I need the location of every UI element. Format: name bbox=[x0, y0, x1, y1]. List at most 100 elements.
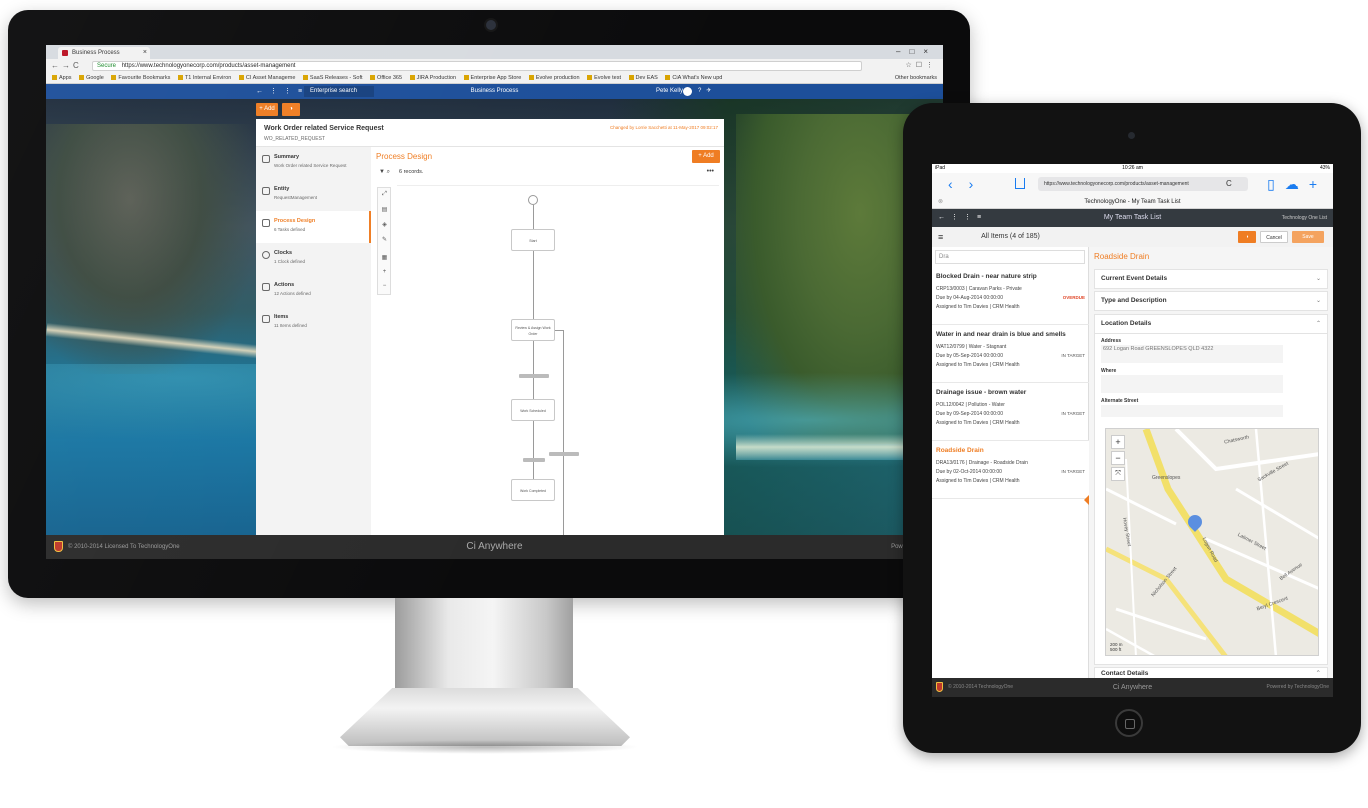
list-item[interactable]: Drainage issue - brown water POL12/0042 … bbox=[932, 383, 1089, 441]
bookmark[interactable]: T1 Internal Environ bbox=[178, 73, 231, 83]
where-field[interactable] bbox=[1101, 375, 1283, 393]
branch-tool-icon[interactable]: ◈ bbox=[380, 221, 389, 228]
workflow-node[interactable]: Work Scheduled bbox=[511, 399, 555, 421]
transition-label[interactable] bbox=[519, 374, 549, 378]
add-button[interactable]: + Add bbox=[256, 103, 278, 116]
address-bar[interactable]: Secure https://www.technologyonecorp.com… bbox=[92, 61, 862, 71]
section-label: Contact Details bbox=[1101, 670, 1149, 677]
filter-input[interactable]: Dra bbox=[935, 250, 1085, 264]
more-icon[interactable]: ••• bbox=[707, 168, 714, 175]
section-location[interactable]: Location Details ⌃ bbox=[1094, 314, 1328, 334]
bookmark[interactable]: JIRA Production bbox=[410, 73, 456, 83]
alternate-street-field[interactable] bbox=[1101, 405, 1283, 417]
bookmark[interactable]: Google bbox=[79, 73, 104, 83]
bookmarks-bar: Apps Google Favourite Bookmarks T1 Inter… bbox=[46, 73, 943, 84]
app-header: ←⋮⋮≡ My Team Task List Technology One Li… bbox=[932, 209, 1333, 227]
imac-monitor: Business Process × –□× ←→C Secure https:… bbox=[8, 10, 970, 598]
map-scale-feet: 500 ft bbox=[1110, 647, 1122, 652]
window-controls[interactable]: –□× bbox=[896, 45, 937, 59]
fullscreen-icon[interactable]: ⤧ bbox=[1111, 467, 1125, 481]
sidebar-item-entity[interactable]: Entity RequestManagement bbox=[256, 179, 371, 211]
record-code: WO_RELATED_REQUEST bbox=[264, 136, 326, 142]
tablet-screen: iPad 10:26 am 43% ‹› https://www.technol… bbox=[932, 164, 1333, 697]
task-list: ≡ All Items (4 of 185) Dra Blocked Drain… bbox=[932, 227, 1089, 678]
bookmark[interactable]: SaaS Releases - Soft bbox=[303, 73, 363, 83]
share-icon[interactable] bbox=[1015, 178, 1025, 189]
app-header: ←⋮⋮≡ Enterprise search Business Process … bbox=[46, 84, 943, 99]
address-bar[interactable]: https://www.technologyonecorp.com/produc… bbox=[1038, 177, 1248, 191]
list-count: All Items (4 of 185) bbox=[981, 233, 1040, 240]
zoom-in-icon[interactable]: + bbox=[380, 269, 389, 275]
avatar[interactable] bbox=[683, 87, 692, 96]
bookmark[interactable]: CiA What's New upd bbox=[665, 73, 722, 83]
help-icon[interactable]: ?✈ bbox=[698, 84, 716, 99]
close-tab-icon[interactable]: ⊗ bbox=[938, 195, 943, 209]
connector bbox=[533, 205, 534, 229]
connector bbox=[533, 421, 534, 479]
section-label: Location Details bbox=[1101, 320, 1152, 327]
sidebar-item-actions[interactable]: Actions 12 Actions defined bbox=[256, 275, 371, 307]
bookmark[interactable]: Favourite Bookmarks bbox=[111, 73, 170, 83]
transition-label[interactable] bbox=[549, 452, 579, 456]
list-item-selected[interactable]: Roadside Drain DRA13/0176 | Drainage - R… bbox=[932, 441, 1089, 499]
task-detail: ◑ Cancel Save Roadside Drain Current Eve… bbox=[1089, 227, 1333, 681]
sidebar-item-process-design[interactable]: Process Design 6 Tasks defined bbox=[256, 211, 371, 243]
add-task-button[interactable]: + Add bbox=[692, 150, 720, 163]
zoom-in-icon[interactable]: + bbox=[1111, 435, 1125, 449]
bookmark[interactable]: Apps bbox=[52, 73, 72, 83]
sidebar-item-label: Clocks bbox=[274, 250, 293, 256]
workflow-node[interactable]: Work Completed bbox=[511, 479, 555, 501]
address-field[interactable]: 692 Logan Road GREENSLOPES QLD 4322 bbox=[1101, 345, 1283, 363]
section-type-description[interactable]: Type and Description ⌄ bbox=[1094, 291, 1328, 311]
filter-icon[interactable]: ▼ ⌕ bbox=[379, 169, 390, 176]
favicon-icon bbox=[62, 50, 68, 56]
user-name[interactable]: Pete Kelly bbox=[656, 84, 683, 99]
bookmark[interactable]: CI Asset Manageme bbox=[239, 73, 296, 83]
context-selector[interactable]: Technology One List bbox=[1282, 209, 1327, 227]
refresh-icon[interactable]: ◑ bbox=[1238, 231, 1256, 243]
bookmark[interactable]: Evolve test bbox=[587, 73, 621, 83]
safari-toolbar: ‹› https://www.technologyonecorp.com/pro… bbox=[932, 173, 1333, 195]
section-current-event[interactable]: Current Event Details ⌄ bbox=[1094, 269, 1328, 289]
list-item[interactable]: Blocked Drain - near nature strip CRP13/… bbox=[932, 267, 1089, 325]
record-title: Work Order related Service Request bbox=[264, 125, 384, 132]
link-tool-icon[interactable]: ⤢ bbox=[380, 191, 389, 198]
workflow-canvas[interactable]: Start Review & Assign Work Order Work Sc… bbox=[397, 185, 719, 550]
reload-icon[interactable]: C bbox=[1226, 177, 1232, 191]
changed-by[interactable]: Changed by Lorrie Sacchetti at 11-May-20… bbox=[610, 125, 718, 130]
workflow-node[interactable]: Review & Assign Work Order bbox=[511, 319, 555, 341]
sidebar-item-summary[interactable]: Summary Work Order related Service Reque… bbox=[256, 147, 371, 179]
task-title: Water in and near drain is blue and smel… bbox=[936, 331, 1066, 338]
other-bookmarks[interactable]: Other bookmarks bbox=[895, 73, 937, 83]
bookmark[interactable]: Dev EAS bbox=[629, 73, 658, 83]
safari-tab[interactable]: ⊗ TechnologyOne - My Team Task List bbox=[932, 195, 1333, 209]
bookmark-star-icon[interactable]: ☆☐⋮ bbox=[905, 59, 937, 73]
workflow-node[interactable]: Start bbox=[511, 229, 555, 251]
location-map[interactable]: + − ⤧ Greenslopes Chatsworth Sackville S… bbox=[1105, 428, 1319, 656]
list-item[interactable]: Water in and near drain is blue and smel… bbox=[932, 325, 1089, 383]
zoom-out-icon[interactable]: − bbox=[380, 283, 389, 289]
document-icon bbox=[262, 155, 270, 163]
refresh-icon[interactable]: ◑ bbox=[282, 103, 300, 116]
close-tab-icon[interactable]: × bbox=[143, 47, 147, 59]
zoom-out-icon[interactable]: − bbox=[1111, 451, 1125, 465]
transition-label[interactable] bbox=[523, 458, 545, 462]
sidebar-item-label: Items bbox=[274, 314, 289, 320]
grid-tool-icon[interactable]: ▦ bbox=[380, 254, 389, 261]
home-button[interactable] bbox=[1115, 709, 1143, 737]
bookmark[interactable]: Evolve production bbox=[529, 73, 580, 83]
save-button[interactable]: Save bbox=[1292, 231, 1324, 243]
tabs-cloud-add-icons[interactable]: ▯☁+ bbox=[1267, 173, 1327, 195]
task-tool-icon[interactable]: ▤ bbox=[380, 206, 389, 213]
pen-tool-icon[interactable]: ✎ bbox=[380, 236, 389, 243]
sidebar-item-items[interactable]: Items 11 Items defined bbox=[256, 307, 371, 339]
bookmark[interactable]: Enterprise App Store bbox=[464, 73, 522, 83]
secure-label: Secure bbox=[97, 63, 117, 69]
browser-tab[interactable]: Business Process × bbox=[58, 47, 150, 59]
start-event[interactable] bbox=[528, 195, 538, 205]
sidebar-item-clocks[interactable]: Clocks 1 Clock defined bbox=[256, 243, 371, 275]
back-forward-icons[interactable]: ‹› bbox=[948, 173, 989, 195]
nav-buttons[interactable]: ←→C bbox=[51, 59, 82, 73]
cancel-button[interactable]: Cancel bbox=[1260, 231, 1288, 243]
bookmark[interactable]: Office 365 bbox=[370, 73, 402, 83]
